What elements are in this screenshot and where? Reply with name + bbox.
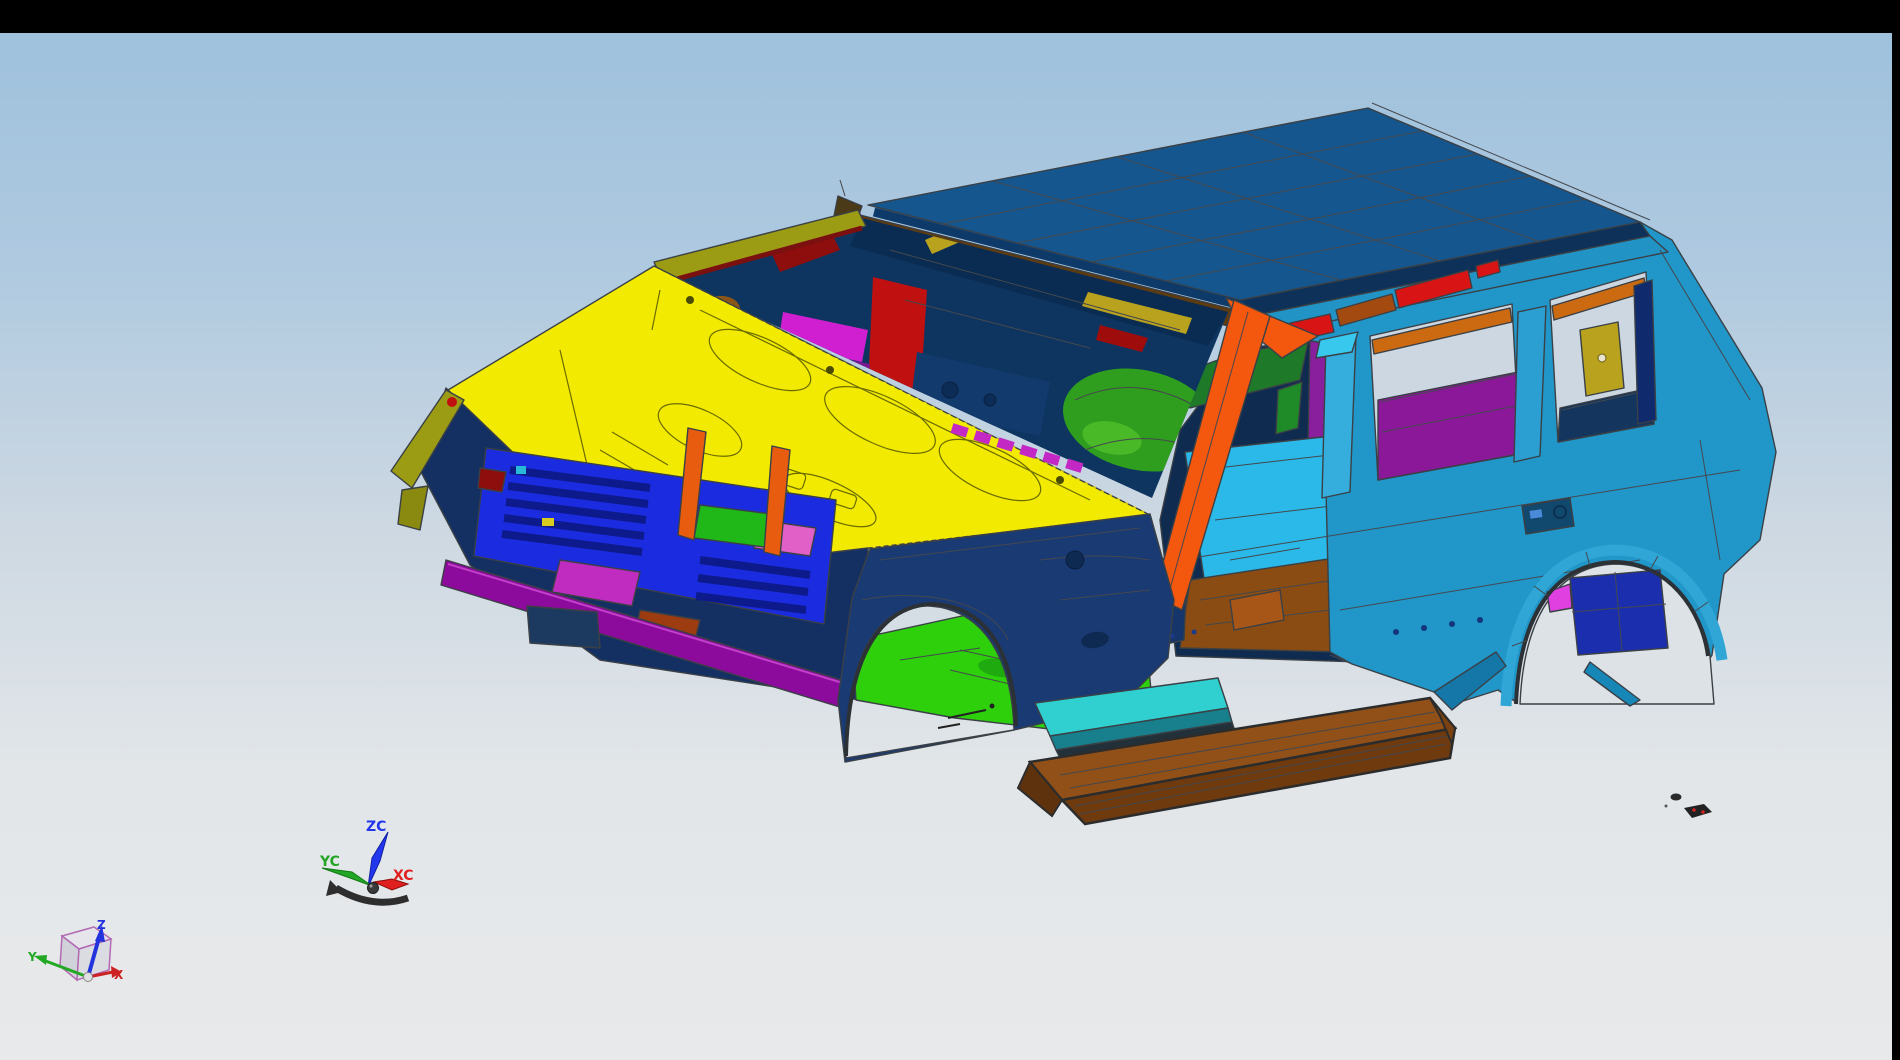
c-pillar[interactable] [1514,306,1546,462]
wcs-zc-label: ZC [366,819,386,835]
loose-parts-debris[interactable] [1665,794,1713,819]
rear-door-window[interactable] [1370,304,1520,480]
wcs-zc-axis[interactable] [368,832,388,887]
graphics-viewport[interactable]: ZC YC XC Z Y X [0,33,1892,1060]
car-model[interactable] [391,103,1776,824]
b-pillar[interactable] [1322,336,1356,498]
cad-scene[interactable]: ZC YC XC Z Y X [0,33,1892,1060]
datum-csys[interactable]: Z Y X [27,918,124,982]
datum-z-label: Z [97,918,106,932]
datum-y-label: Y [27,950,37,964]
datum-x-label: X [114,968,124,982]
front-step-bracket [527,606,600,648]
wcs-triad[interactable]: ZC YC XC [319,819,414,902]
wcs-yc-label: YC [319,854,340,870]
wcs-xc-label: XC [393,868,414,884]
rear-quarter-window[interactable] [1550,272,1656,442]
wcs-origin-ball[interactable] [368,883,379,894]
window-right-bar [1892,0,1900,1060]
datum-origin-ball[interactable] [84,973,93,982]
window-top-bar [0,0,1900,33]
